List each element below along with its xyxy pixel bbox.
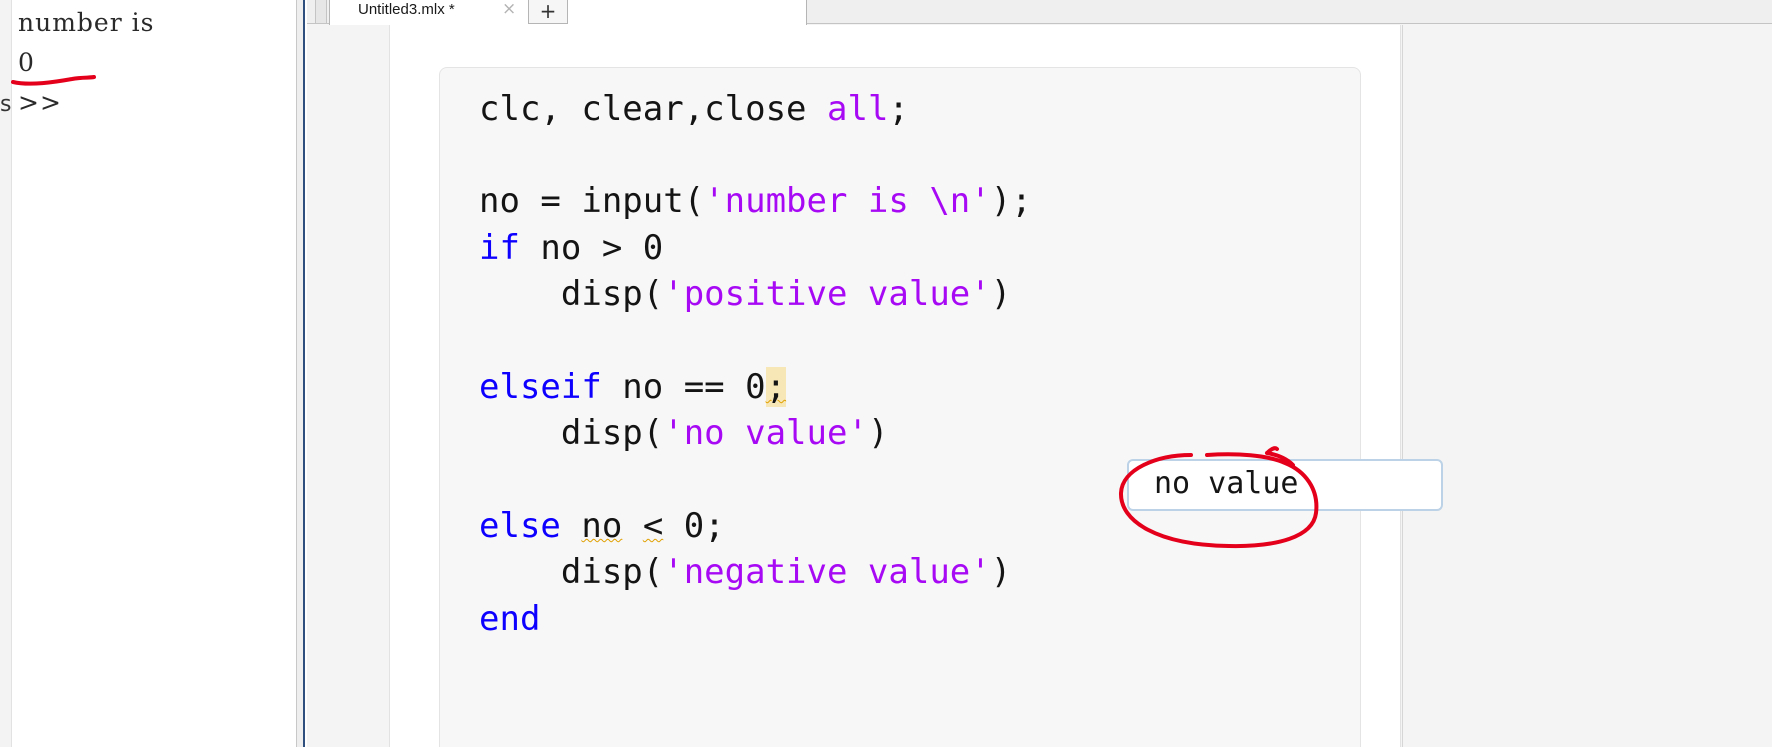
code-text: ) [990,552,1012,592]
command-output-line: number is [18,8,155,37]
code-line[interactable]: disp('no value') [479,413,889,453]
live-editor: Untitled3.mlx * × + clc, clear,close all… [307,0,1772,747]
code-keyword: end [479,599,541,639]
code-text: clc, clear,close [479,89,827,129]
code-string: 'no value' [663,413,868,453]
code-text: 0; [663,506,725,546]
code-string: 'negative value' [663,552,991,592]
code-string: 'positive value' [663,274,991,314]
live-script-page: clc, clear,close all; no = input('number… [389,25,1401,747]
tab-untitled3[interactable]: Untitled3.mlx * × + [329,0,807,25]
code-line[interactable]: end [479,599,540,639]
code-keyword: if [479,228,520,268]
code-line[interactable]: disp('positive value') [479,274,1011,314]
code-keyword: elseif [479,367,602,407]
close-icon[interactable]: × [502,0,516,19]
code-block[interactable]: clc, clear,close all; no = input('number… [439,67,1361,747]
code-text: no = input( [479,181,705,221]
code-line[interactable]: no = input('number is \n'); [479,181,1032,221]
red-underline-annotation [11,75,96,86]
code-line[interactable]: elseif no == 0; [479,367,787,407]
code-text: no == 0 [601,367,766,407]
code-line[interactable]: disp('negative value') [479,552,1011,592]
code-text: disp( [479,552,664,592]
prompt-marker: s [0,92,12,117]
code-string: 'number is \n' [704,181,991,221]
code-string: all [827,89,889,129]
plus-icon: + [539,0,557,23]
code-line[interactable]: else no < 0; [479,506,725,546]
code-warning: no [581,506,623,546]
tab-title: Untitled3.mlx * [358,1,455,18]
tab-grip[interactable] [315,0,327,24]
code-warning: < [642,506,664,546]
code-line[interactable]: clc, clear,close all; [479,89,909,129]
pane-splitter[interactable] [297,0,305,747]
code-text: no > 0 [519,228,664,268]
code-line[interactable]: if no > 0 [479,228,663,268]
code-text: ); [990,181,1032,221]
code-text: ; [888,89,909,129]
new-tab-button[interactable]: + [528,0,568,24]
code-text: disp( [479,274,664,314]
command-prompt[interactable]: >> [18,88,62,117]
code-text: ) [867,413,889,453]
code-keyword: else [479,506,561,546]
output-divider[interactable] [1402,25,1403,747]
editor-tab-bar: Untitled3.mlx * × + [307,0,1772,25]
code-highlight: ; [765,367,787,407]
code-text: disp( [479,413,664,453]
command-window[interactable]: s number is 0 >> [0,0,297,747]
red-circle-annotation [1118,446,1319,549]
code-text: ) [990,274,1012,314]
